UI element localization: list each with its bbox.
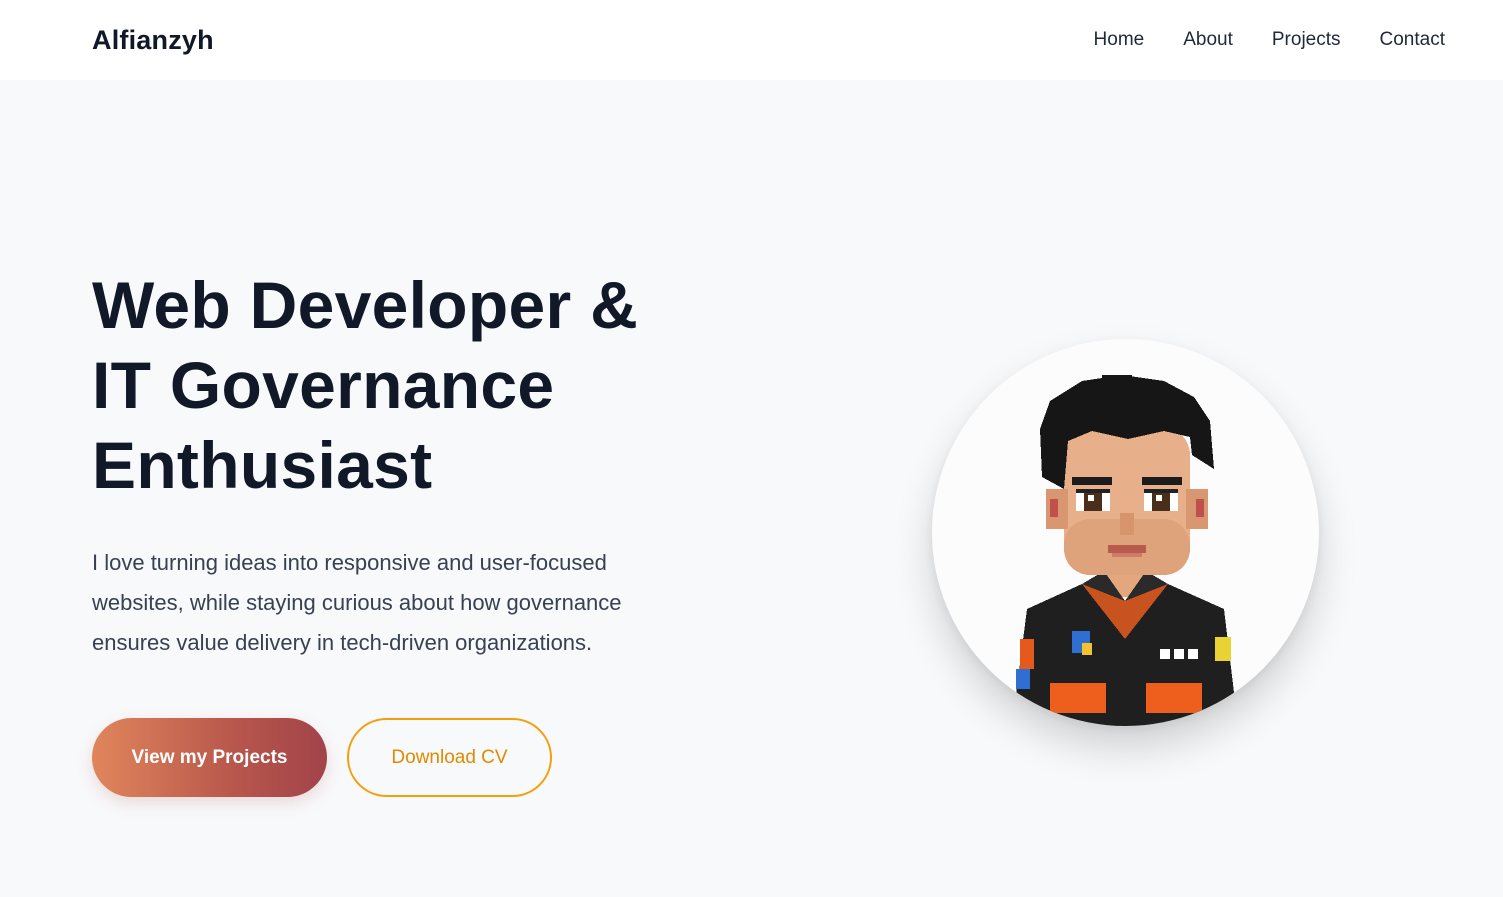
pixel-avatar-image — [1012, 375, 1238, 726]
nav-link-about[interactable]: About — [1183, 29, 1233, 50]
nav-item-contact: Contact — [1380, 29, 1445, 51]
headline-line-2: IT Governance — [92, 348, 555, 422]
intro-line-3: ensures value delivery in tech-driven or… — [92, 630, 593, 655]
hero-text: Web Developer & IT Governance Enthusiast… — [92, 265, 732, 663]
nav-item-about: About — [1183, 29, 1233, 51]
nav-item-projects: Projects — [1272, 29, 1341, 51]
view-projects-button[interactable]: View my Projects — [92, 718, 327, 797]
hero-headline: Web Developer & IT Governance Enthusiast — [92, 265, 732, 505]
hero-intro: I love turning ideas into responsive and… — [92, 543, 692, 663]
nav-link-contact[interactable]: Contact — [1380, 29, 1445, 50]
avatar — [932, 339, 1319, 726]
headline-line-3: Enthusiast — [92, 428, 433, 502]
nav-links: Home About Projects Contact — [1094, 29, 1445, 51]
intro-line-1: I love turning ideas into responsive and… — [92, 550, 607, 575]
headline-line-1: Web Developer & — [92, 268, 639, 342]
brand-logo[interactable]: Alfianzyh — [92, 25, 214, 56]
navbar: Alfianzyh Home About Projects Contact — [0, 0, 1503, 80]
download-cv-button[interactable]: Download CV — [347, 718, 552, 797]
hero-buttons: View my Projects Download CV — [92, 718, 552, 797]
nav-link-projects[interactable]: Projects — [1272, 29, 1341, 50]
nav-link-home[interactable]: Home — [1094, 29, 1145, 50]
intro-line-2: websites, while staying curious about ho… — [92, 590, 622, 615]
nav-item-home: Home — [1094, 29, 1145, 51]
